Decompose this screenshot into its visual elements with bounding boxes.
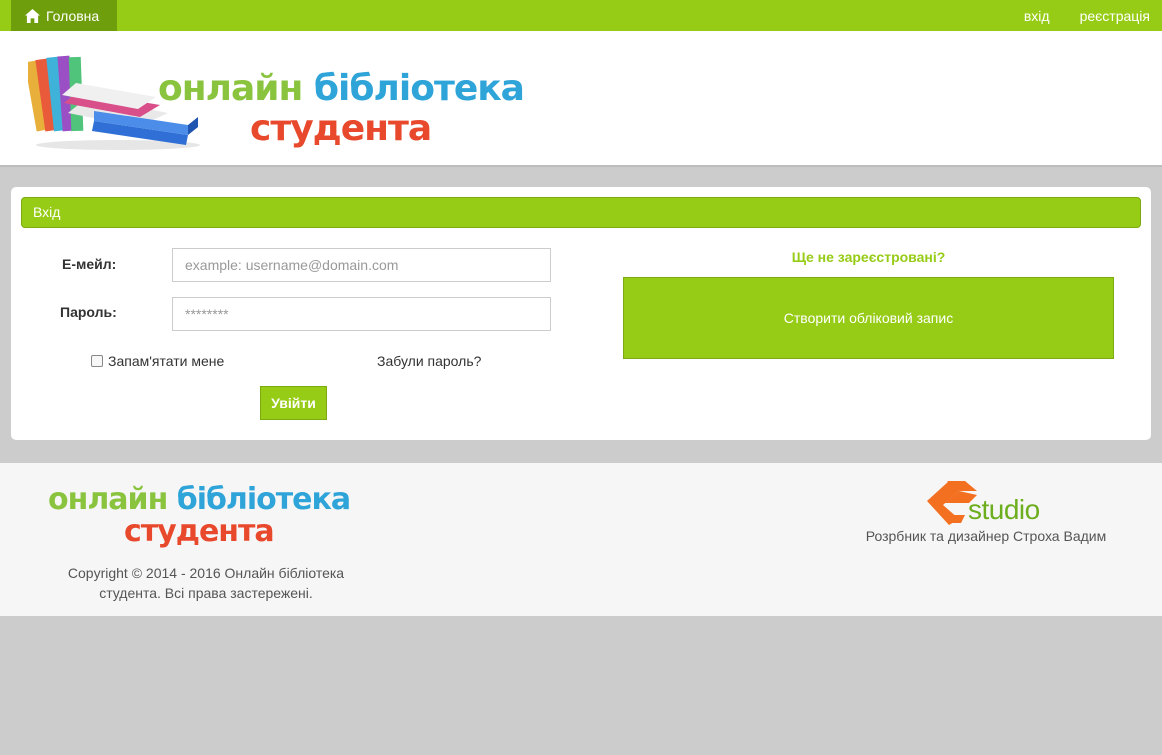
email-field[interactable] — [172, 248, 551, 282]
not-registered-prompt: Ще не зареєстровані? — [791, 249, 946, 265]
home-nav-button[interactable]: Головна — [11, 0, 117, 31]
logo-line1: онлайн бібліотека — [158, 68, 525, 109]
create-account-button[interactable]: Створити обліковий запис — [623, 277, 1114, 359]
remember-me-checkbox[interactable] — [91, 355, 103, 367]
footer-logo-line1: онлайн бібліотека — [48, 482, 351, 517]
remember-me-label: Запам'ятати мене — [108, 353, 225, 369]
login-panel-title: Вхід — [21, 197, 1141, 228]
password-label: Пароль: — [60, 304, 117, 320]
home-nav-label: Головна — [46, 7, 100, 24]
login-panel: Вхід Е-мейл: Пароль: Запам'ятати мене За… — [11, 187, 1151, 440]
site-header: онлайн бібліотека студента — [0, 31, 1162, 167]
forgot-password-link[interactable]: Забули пароль? — [377, 353, 481, 369]
studio-logo-text: studio — [968, 494, 1040, 525]
footer-logo-word-online: онлайн — [48, 482, 177, 517]
remember-me: Запам'ятати мене — [91, 353, 224, 369]
site-footer: онлайн бібліотека студента Copyright © 2… — [0, 463, 1162, 616]
logo-line2: студента — [250, 108, 432, 149]
logo-word-library: бібліотека — [313, 68, 525, 109]
site-logo[interactable]: онлайн бібліотека студента — [28, 47, 548, 151]
login-nav-link[interactable]: вхід — [1024, 8, 1050, 24]
footer-logo-line2: студента — [124, 514, 275, 549]
nav-right-links: вхід реєстрація — [994, 0, 1150, 31]
designer-credit: Розрбник та дизайнер Строха Вадим — [865, 528, 1107, 544]
login-submit-button[interactable]: Увійти — [260, 386, 327, 420]
email-label: Е-мейл: — [62, 256, 117, 272]
copyright-text: Copyright © 2014 - 2016 Онлайн бібліотек… — [67, 565, 345, 601]
footer-logo-word-library: бібліотека — [176, 482, 351, 517]
top-navbar: Головна вхід реєстрація — [0, 0, 1162, 31]
logo-word-online: онлайн — [158, 68, 314, 109]
home-icon — [25, 8, 40, 23]
password-field[interactable] — [172, 297, 551, 331]
register-nav-link[interactable]: реєстрація — [1080, 8, 1150, 24]
